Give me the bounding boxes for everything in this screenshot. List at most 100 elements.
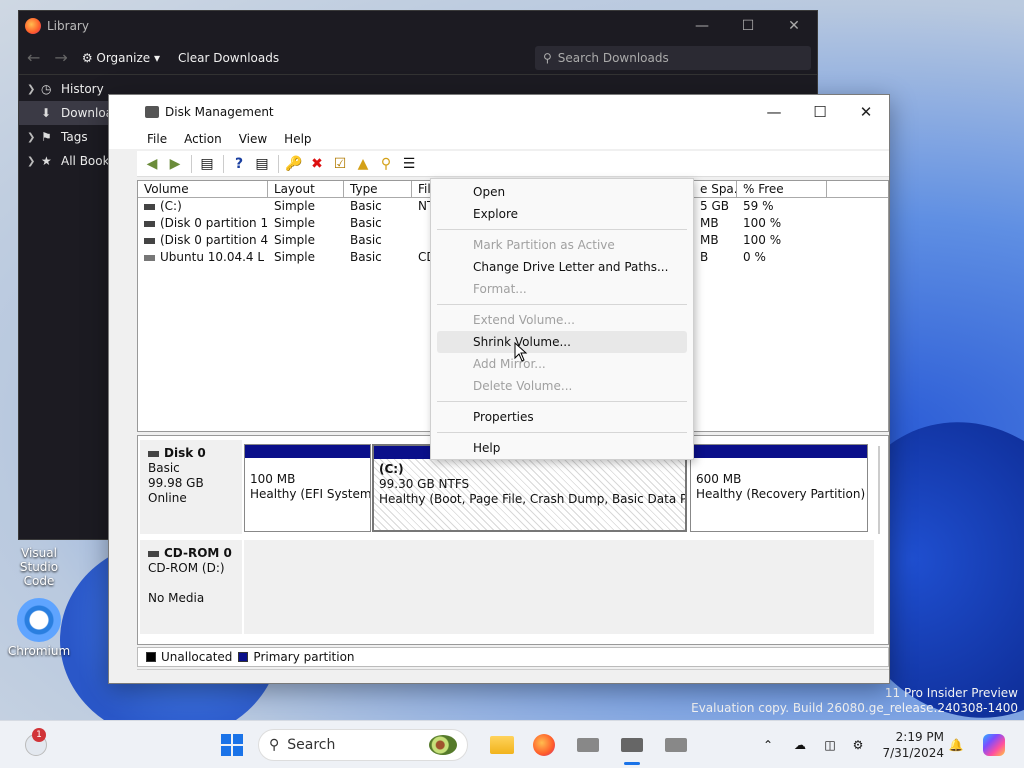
- menu-separator: [437, 229, 687, 230]
- menu-action[interactable]: Action: [184, 132, 222, 146]
- maximize-icon[interactable]: ☐: [725, 18, 771, 34]
- cell-layout: Simple: [274, 216, 315, 230]
- connect-icon[interactable]: 🔑: [283, 154, 305, 174]
- watermark-line2: Evaluation copy. Build 26080.ge_release.…: [691, 701, 1018, 715]
- library-search-input[interactable]: ⚲ Search Downloads: [535, 45, 811, 70]
- sidebar-item-label: History: [61, 82, 104, 96]
- cell-volume: (C:): [160, 199, 182, 213]
- cd-drive-icon: [148, 550, 159, 557]
- menu-item-open[interactable]: Open: [437, 181, 687, 203]
- sidebar-item-label: Tags: [61, 130, 88, 144]
- menu-item-format: Format...: [473, 282, 527, 296]
- search-folder-icon[interactable]: ⚲: [375, 154, 397, 174]
- menu-item-extend-volume: Extend Volume...: [473, 313, 575, 327]
- column-free-space[interactable]: e Spa...: [694, 181, 737, 197]
- forward-arrow-icon[interactable]: ▶: [164, 154, 186, 174]
- disk-0-label[interactable]: Disk 0 Basic 99.98 GB Online: [140, 440, 242, 534]
- disk-management-taskbar-icon-active[interactable]: [616, 729, 648, 765]
- library-toolbar: ← → ⚙ Organize ▾ Clear Downloads ⚲ Searc…: [19, 41, 817, 75]
- minimize-icon[interactable]: —: [751, 103, 797, 121]
- organize-button[interactable]: ⚙ Organize ▾: [82, 51, 160, 65]
- column-type[interactable]: Type: [344, 181, 412, 197]
- cell-layout: Simple: [274, 250, 315, 264]
- disk-size: 99.98 GB: [148, 476, 204, 490]
- partition-recovery[interactable]: 600 MB Healthy (Recovery Partition): [690, 444, 868, 532]
- help-icon[interactable]: ?: [228, 154, 250, 174]
- close-icon[interactable]: ✕: [771, 18, 817, 34]
- back-arrow-icon[interactable]: ◀: [141, 154, 163, 174]
- partition-size: 600 MB: [696, 472, 742, 486]
- menu-item-properties[interactable]: Properties: [437, 406, 687, 428]
- clock-time: 2:19 PM: [895, 730, 944, 744]
- console-tree-icon[interactable]: ▤: [196, 154, 218, 174]
- cdrom-0-label[interactable]: CD-ROM 0 CD-ROM (D:) No Media: [140, 540, 242, 634]
- firefox-icon[interactable]: [528, 729, 560, 761]
- partition-status: Healthy (EFI System P: [250, 487, 370, 501]
- column-layout[interactable]: Layout: [268, 181, 344, 197]
- taskbar-clock[interactable]: 2:19 PM 7/31/2024: [880, 729, 944, 761]
- partition-status: Healthy (Recovery Partition): [696, 487, 866, 501]
- download-icon: ⬇: [41, 106, 52, 120]
- start-icon[interactable]: [216, 729, 248, 761]
- menu-separator: [437, 304, 687, 305]
- delete-icon[interactable]: ✖: [306, 154, 328, 174]
- watermark-line1: 11 Pro Insider Preview: [884, 686, 1018, 700]
- minimize-icon[interactable]: —: [679, 18, 725, 34]
- map-scrollbar[interactable]: [878, 446, 880, 534]
- menu-item-explore[interactable]: Explore: [437, 203, 687, 225]
- close-icon[interactable]: ✕: [843, 103, 889, 121]
- back-arrow-icon[interactable]: ←: [27, 48, 40, 67]
- bell-icon[interactable]: 🔔: [944, 729, 968, 761]
- menu-item-shrink-volume[interactable]: Shrink Volume...: [437, 331, 687, 353]
- menu-item-help[interactable]: Help: [437, 437, 687, 459]
- copilot-icon[interactable]: [978, 729, 1010, 761]
- volume-icon: [144, 220, 155, 227]
- display-icon[interactable]: ◫: [818, 729, 842, 761]
- library-titlebar: Library — ☐ ✕: [19, 11, 817, 41]
- check-icon[interactable]: ☑: [329, 154, 351, 174]
- volume-icon: [144, 203, 155, 210]
- menu-item-change-drive-letter[interactable]: Change Drive Letter and Paths...: [437, 256, 687, 278]
- disk-type: Basic: [148, 461, 180, 475]
- forward-arrow-icon[interactable]: →: [54, 48, 67, 67]
- volume-icon: [144, 237, 155, 244]
- menu-file[interactable]: File: [147, 132, 167, 146]
- column-volume[interactable]: Volume: [138, 181, 268, 197]
- disk-name: CD-ROM 0: [164, 546, 232, 560]
- clear-downloads-button[interactable]: Clear Downloads: [178, 51, 279, 65]
- desktop-icon-label: Visual Studio Code: [19, 546, 59, 588]
- mouse-cursor-icon: [514, 342, 528, 362]
- desktop-icon-chromium[interactable]: Chromium: [4, 598, 74, 658]
- settings-icon[interactable]: ⚙: [846, 729, 870, 761]
- organize-label: Organize: [96, 50, 151, 65]
- cell-percent-free: 59 %: [743, 199, 774, 213]
- dm-menubar: File Action View Help: [109, 129, 889, 149]
- cell-volume: (Disk 0 partition 4): [160, 233, 268, 247]
- network-off-icon[interactable]: ☁: [788, 729, 812, 761]
- tag-icon: ⚑: [41, 130, 52, 144]
- properties-icon[interactable]: ▤: [251, 154, 273, 174]
- legend-label: Unallocated: [161, 650, 233, 664]
- disk-name: Disk 0: [164, 446, 206, 460]
- maximize-icon[interactable]: ☐: [797, 103, 843, 121]
- legend-swatch-primary: [238, 652, 249, 662]
- menu-view[interactable]: View: [239, 132, 267, 146]
- partition-size: 100 MB: [250, 472, 296, 486]
- partition-efi[interactable]: 100 MB Healthy (EFI System P: [244, 444, 371, 532]
- firefox-icon: [25, 18, 41, 34]
- cell-volume: Ubuntu 10.04.4 L (...: [160, 250, 268, 264]
- folder-up-icon[interactable]: ▲: [352, 154, 374, 174]
- menu-item-delete-volume: Delete Volume...: [473, 379, 573, 393]
- chevron-up-icon[interactable]: ⌃: [756, 729, 780, 761]
- disk-management-app-icon: [145, 106, 159, 118]
- disk-management-taskbar-icon[interactable]: [572, 729, 604, 761]
- column-percent-free[interactable]: % Free: [737, 181, 827, 197]
- file-explorer-icon[interactable]: [486, 729, 518, 761]
- list-icon[interactable]: ☰: [398, 154, 420, 174]
- menu-help[interactable]: Help: [284, 132, 311, 146]
- disk-management-taskbar-icon-2[interactable]: [660, 729, 692, 761]
- context-menu: Open Explore Mark Partition as Active Ch…: [430, 178, 694, 460]
- taskbar-search-input[interactable]: ⚲ Search: [258, 729, 468, 761]
- desktop-icon-label: Chromium: [7, 644, 71, 658]
- search-icon: ⚲: [269, 737, 280, 753]
